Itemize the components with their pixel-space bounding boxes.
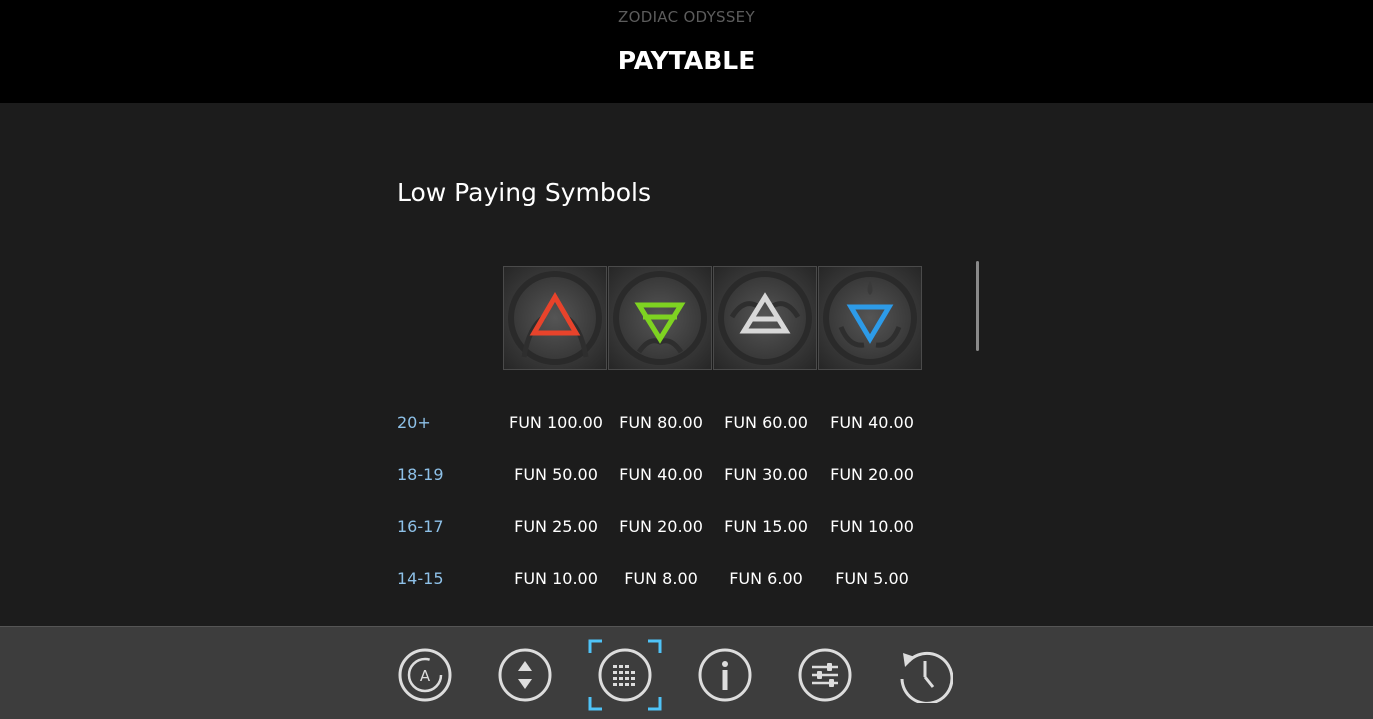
payout-value: FUN 50.00 (514, 465, 598, 484)
payout-value: FUN 8.00 (624, 569, 698, 588)
payout-value: FUN 40.00 (830, 413, 914, 432)
payout-value: FUN 15.00 (724, 517, 808, 536)
payout-value: FUN 10.00 (830, 517, 914, 536)
info-icon (698, 648, 752, 702)
autoplay-icon: A (398, 648, 452, 702)
page-title: PAYTABLE (617, 46, 756, 75)
white-triangle-air-icon (713, 266, 817, 370)
autoplay-button[interactable]: A (397, 647, 453, 703)
payout-value: FUN 5.00 (835, 569, 909, 588)
header: ZODIAC ODYSSEY PAYTABLE (0, 0, 1373, 103)
table-row: 20+ FUN 100.00 FUN 80.00 FUN 60.00 FUN 4… (0, 413, 1373, 437)
bet-adjust-button[interactable] (497, 647, 553, 703)
history-icon (900, 651, 953, 703)
info-button[interactable] (697, 647, 753, 703)
red-triangle-fire-icon (503, 266, 607, 370)
paytable-button[interactable] (597, 647, 653, 703)
payout-value: FUN 30.00 (724, 465, 808, 484)
payout-value: FUN 40.00 (619, 465, 703, 484)
blue-triangle-water-icon (818, 266, 922, 370)
paytable-icon (598, 648, 652, 702)
payout-value: FUN 20.00 (619, 517, 703, 536)
paytable-content[interactable]: Low Paying Symbols 20+ FUN 100.00 FUN 80… (0, 103, 1373, 626)
payout-value: FUN 25.00 (514, 517, 598, 536)
history-button[interactable] (897, 647, 953, 703)
section-title: Low Paying Symbols (397, 178, 652, 207)
game-name: ZODIAC ODYSSEY (618, 8, 755, 26)
autoplay-label: A (420, 667, 431, 685)
payout-value: FUN 6.00 (729, 569, 803, 588)
symbol-count: 16-17 (397, 517, 444, 536)
symbol-count: 20+ (397, 413, 431, 432)
table-row: 14-15 FUN 10.00 FUN 8.00 FUN 6.00 FUN 5.… (0, 569, 1373, 593)
payout-value: FUN 80.00 (619, 413, 703, 432)
bottom-toolbar: A (0, 626, 1373, 719)
scrollbar-thumb[interactable] (976, 261, 979, 351)
bet-adjust-icon (498, 648, 552, 702)
payout-value: FUN 60.00 (724, 413, 808, 432)
payout-value: FUN 100.00 (509, 413, 603, 432)
green-triangle-earth-icon (608, 266, 712, 370)
payout-value: FUN 20.00 (830, 465, 914, 484)
settings-sliders-icon (798, 648, 852, 702)
settings-button[interactable] (797, 647, 853, 703)
symbol-count: 18-19 (397, 465, 444, 484)
symbol-count: 14-15 (397, 569, 444, 588)
symbol-row (503, 266, 923, 370)
payout-value: FUN 10.00 (514, 569, 598, 588)
table-row: 18-19 FUN 50.00 FUN 40.00 FUN 30.00 FUN … (0, 465, 1373, 489)
table-row: 16-17 FUN 25.00 FUN 20.00 FUN 15.00 FUN … (0, 517, 1373, 541)
